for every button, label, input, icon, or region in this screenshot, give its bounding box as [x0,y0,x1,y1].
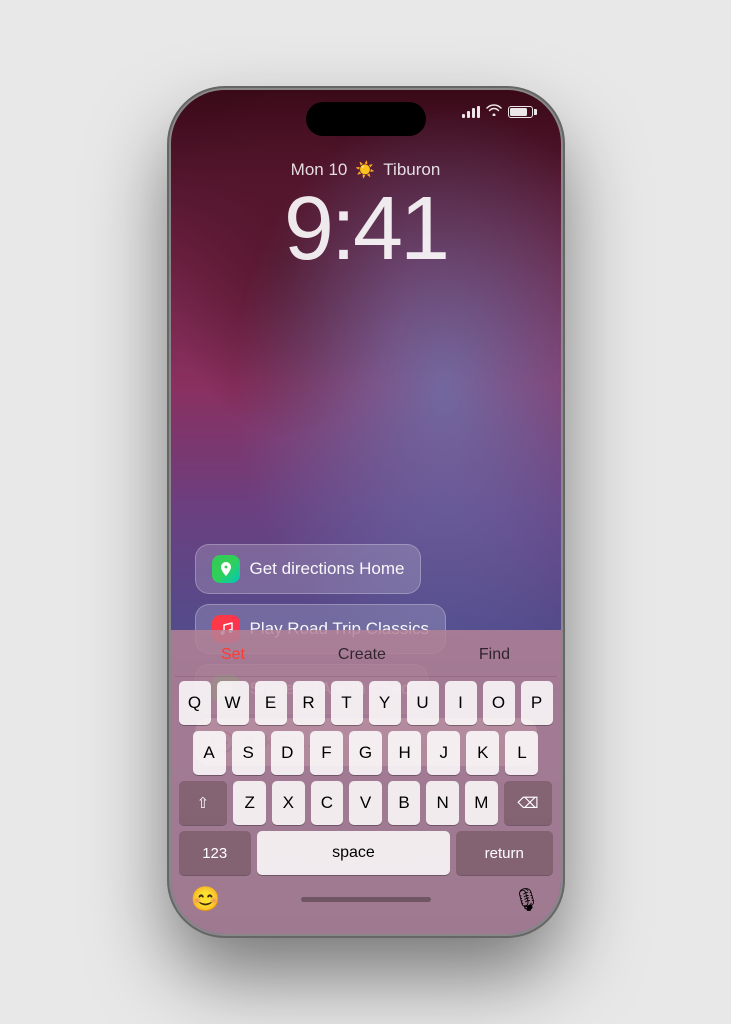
key-T[interactable]: T [331,681,363,725]
signal-icon [462,106,480,118]
key-I[interactable]: I [445,681,477,725]
key-N[interactable]: N [426,781,459,825]
key-Y[interactable]: Y [369,681,401,725]
key-O[interactable]: O [483,681,515,725]
key-L[interactable]: L [505,731,538,775]
lock-date: Mon 10 [291,160,348,180]
key-B[interactable]: B [388,781,421,825]
key-R[interactable]: R [293,681,325,725]
battery-icon [508,106,533,118]
return-key[interactable]: return [456,831,553,875]
key-Z[interactable]: Z [233,781,266,825]
key-M[interactable]: M [465,781,498,825]
suggestion-directions-text: Get directions Home [250,559,405,579]
suggestion-find[interactable]: Find [467,642,522,668]
key-S[interactable]: S [232,731,265,775]
emoji-key[interactable]: 😊 [191,885,221,914]
weather-icon: ☀️ [355,160,375,180]
suggestion-create[interactable]: Create [326,642,398,668]
key-D[interactable]: D [271,731,304,775]
keyboard-row-4: 123 space return [175,831,557,875]
phone-frame: Mon 10 ☀️ Tiburon 9:41 Get directions Ho… [171,90,561,934]
key-Q[interactable]: Q [179,681,211,725]
key-E[interactable]: E [255,681,287,725]
keyboard-bottom-row: 😊 🎙 [175,881,557,922]
keyboard: Set Create Find Q W E R T Y U I O P A S … [171,630,561,934]
key-X[interactable]: X [272,781,305,825]
home-indicator [301,897,431,902]
numbers-key[interactable]: 123 [179,831,251,875]
keyboard-row-2: A S D F G H J K L [175,731,557,775]
lock-location: Tiburon [383,160,440,180]
maps-icon [212,555,240,583]
key-U[interactable]: U [407,681,439,725]
key-G[interactable]: G [349,731,382,775]
suggestion-directions[interactable]: Get directions Home [195,544,422,594]
microphone-key[interactable]: 🎙 [513,887,541,913]
key-C[interactable]: C [311,781,344,825]
key-A[interactable]: A [193,731,226,775]
date-weather-row: Mon 10 ☀️ Tiburon [291,160,441,180]
delete-key[interactable]: ⌫ [504,781,553,825]
lock-time: 9:41 [284,184,447,274]
key-W[interactable]: W [217,681,249,725]
lock-screen-content: Mon 10 ☀️ Tiburon 9:41 [171,150,561,274]
key-F[interactable]: F [310,731,343,775]
key-P[interactable]: P [521,681,553,725]
key-H[interactable]: H [388,731,421,775]
keyboard-row-1: Q W E R T Y U I O P [175,681,557,725]
dynamic-island [306,102,426,136]
keyboard-row-3: ⇧ Z X C V B N M ⌫ [175,781,557,825]
keyboard-suggestions-row: Set Create Find [175,636,557,677]
status-icons [462,104,533,119]
key-K[interactable]: K [466,731,499,775]
key-V[interactable]: V [349,781,382,825]
suggestion-set[interactable]: Set [209,642,257,668]
space-key[interactable]: space [257,831,450,875]
shift-key[interactable]: ⇧ [179,781,228,825]
wifi-icon [486,104,502,119]
key-J[interactable]: J [427,731,460,775]
